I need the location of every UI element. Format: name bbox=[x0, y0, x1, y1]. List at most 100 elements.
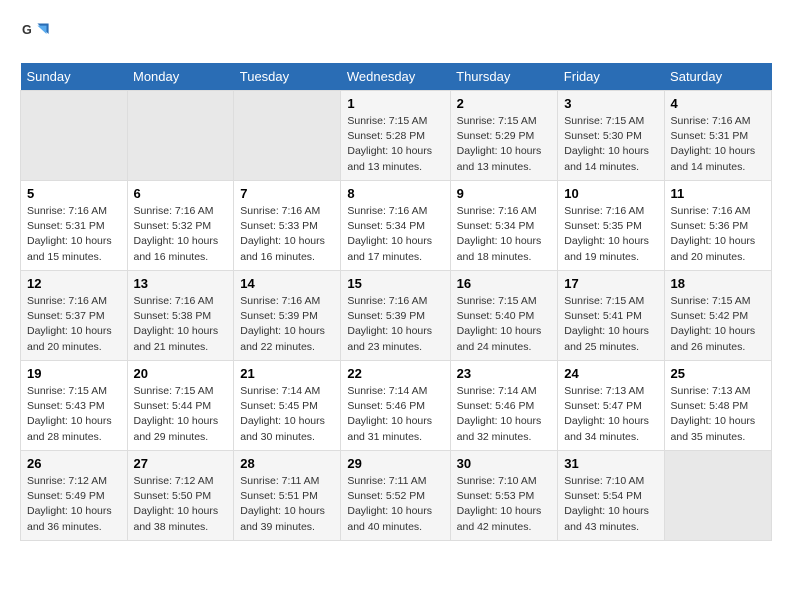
day-info: Sunrise: 7:15 AMSunset: 5:29 PMDaylight:… bbox=[457, 114, 552, 175]
logo-icon: G bbox=[22, 20, 50, 48]
header-monday: Monday bbox=[127, 63, 234, 91]
day-info: Sunrise: 7:15 AMSunset: 5:43 PMDaylight:… bbox=[27, 384, 121, 445]
header-friday: Friday bbox=[558, 63, 664, 91]
header-thursday: Thursday bbox=[450, 63, 558, 91]
day-number: 21 bbox=[240, 366, 334, 381]
day-number: 30 bbox=[457, 456, 552, 471]
header-tuesday: Tuesday bbox=[234, 63, 341, 91]
day-info: Sunrise: 7:16 AMSunset: 5:34 PMDaylight:… bbox=[347, 204, 443, 265]
day-info: Sunrise: 7:16 AMSunset: 5:32 PMDaylight:… bbox=[134, 204, 228, 265]
day-number: 31 bbox=[564, 456, 657, 471]
calendar-cell: 2 Sunrise: 7:15 AMSunset: 5:29 PMDaylight… bbox=[450, 91, 558, 181]
calendar-cell: 27 Sunrise: 7:12 AMSunset: 5:50 PMDayligh… bbox=[127, 451, 234, 541]
day-info: Sunrise: 7:15 AMSunset: 5:44 PMDaylight:… bbox=[134, 384, 228, 445]
calendar-cell: 7 Sunrise: 7:16 AMSunset: 5:33 PMDaylight… bbox=[234, 181, 341, 271]
day-info: Sunrise: 7:12 AMSunset: 5:50 PMDaylight:… bbox=[134, 474, 228, 535]
week-row-5: 26 Sunrise: 7:12 AMSunset: 5:49 PMDayligh… bbox=[21, 451, 772, 541]
week-row-4: 19 Sunrise: 7:15 AMSunset: 5:43 PMDayligh… bbox=[21, 361, 772, 451]
week-row-3: 12 Sunrise: 7:16 AMSunset: 5:37 PMDayligh… bbox=[21, 271, 772, 361]
day-info: Sunrise: 7:16 AMSunset: 5:39 PMDaylight:… bbox=[240, 294, 334, 355]
page-header: G bbox=[20, 20, 772, 53]
calendar-cell: 22 Sunrise: 7:14 AMSunset: 5:46 PMDayligh… bbox=[341, 361, 450, 451]
day-info: Sunrise: 7:16 AMSunset: 5:34 PMDaylight:… bbox=[457, 204, 552, 265]
day-info: Sunrise: 7:15 AMSunset: 5:40 PMDaylight:… bbox=[457, 294, 552, 355]
calendar-cell: 23 Sunrise: 7:14 AMSunset: 5:46 PMDayligh… bbox=[450, 361, 558, 451]
day-info: Sunrise: 7:16 AMSunset: 5:33 PMDaylight:… bbox=[240, 204, 334, 265]
week-row-2: 5 Sunrise: 7:16 AMSunset: 5:31 PMDaylight… bbox=[21, 181, 772, 271]
calendar-cell: 15Sunrise: 7:16 AMSunset: 5:39 PMDayligh… bbox=[341, 271, 450, 361]
calendar-cell: 18 Sunrise: 7:15 AMSunset: 5:42 PMDayligh… bbox=[664, 271, 771, 361]
day-number: 8 bbox=[347, 186, 443, 201]
day-info: Sunrise: 7:10 AMSunset: 5:54 PMDaylight:… bbox=[564, 474, 657, 535]
day-number: 25 bbox=[671, 366, 765, 381]
day-number: 23 bbox=[457, 366, 552, 381]
day-info: Sunrise: 7:11 AMSunset: 5:52 PMDaylight:… bbox=[347, 474, 443, 535]
calendar-cell: 9 Sunrise: 7:16 AMSunset: 5:34 PMDaylight… bbox=[450, 181, 558, 271]
day-number: 13 bbox=[134, 276, 228, 291]
calendar-table: SundayMondayTuesdayWednesdayThursdayFrid… bbox=[20, 63, 772, 541]
day-number: 1 bbox=[347, 96, 443, 111]
day-info: Sunrise: 7:11 AMSunset: 5:51 PMDaylight:… bbox=[240, 474, 334, 535]
day-info: Sunrise: 7:16 AMSunset: 5:31 PMDaylight:… bbox=[671, 114, 765, 175]
day-info: Sunrise: 7:16 AMSunset: 5:36 PMDaylight:… bbox=[671, 204, 765, 265]
day-number: 7 bbox=[240, 186, 334, 201]
calendar-cell: 10 Sunrise: 7:16 AMSunset: 5:35 PMDayligh… bbox=[558, 181, 664, 271]
day-number: 2 bbox=[457, 96, 552, 111]
calendar-cell: 30 Sunrise: 7:10 AMSunset: 5:53 PMDayligh… bbox=[450, 451, 558, 541]
day-number: 29 bbox=[347, 456, 443, 471]
header-sunday: Sunday bbox=[21, 63, 128, 91]
calendar-header-row: SundayMondayTuesdayWednesdayThursdayFrid… bbox=[21, 63, 772, 91]
day-number: 5 bbox=[27, 186, 121, 201]
week-row-1: 1Sunrise: 7:15 AMSunset: 5:28 PMDaylight… bbox=[21, 91, 772, 181]
day-number: 22 bbox=[347, 366, 443, 381]
calendar-cell bbox=[127, 91, 234, 181]
day-info: Sunrise: 7:15 AMSunset: 5:42 PMDaylight:… bbox=[671, 294, 765, 355]
day-number: 3 bbox=[564, 96, 657, 111]
day-info: Sunrise: 7:16 AMSunset: 5:35 PMDaylight:… bbox=[564, 204, 657, 265]
calendar-cell bbox=[664, 451, 771, 541]
day-info: Sunrise: 7:16 AMSunset: 5:37 PMDaylight:… bbox=[27, 294, 121, 355]
day-info: Sunrise: 7:15 AMSunset: 5:30 PMDaylight:… bbox=[564, 114, 657, 175]
day-number: 4 bbox=[671, 96, 765, 111]
day-number: 19 bbox=[27, 366, 121, 381]
header-saturday: Saturday bbox=[664, 63, 771, 91]
calendar-cell: 28 Sunrise: 7:11 AMSunset: 5:51 PMDayligh… bbox=[234, 451, 341, 541]
calendar-cell: 6 Sunrise: 7:16 AMSunset: 5:32 PMDaylight… bbox=[127, 181, 234, 271]
day-info: Sunrise: 7:13 AMSunset: 5:47 PMDaylight:… bbox=[564, 384, 657, 445]
calendar-cell: 19 Sunrise: 7:15 AMSunset: 5:43 PMDayligh… bbox=[21, 361, 128, 451]
day-number: 12 bbox=[27, 276, 121, 291]
day-info: Sunrise: 7:14 AMSunset: 5:46 PMDaylight:… bbox=[347, 384, 443, 445]
day-info: Sunrise: 7:12 AMSunset: 5:49 PMDaylight:… bbox=[27, 474, 121, 535]
day-info: Sunrise: 7:14 AMSunset: 5:45 PMDaylight:… bbox=[240, 384, 334, 445]
day-number: 27 bbox=[134, 456, 228, 471]
calendar-cell: 14 Sunrise: 7:16 AMSunset: 5:39 PMDayligh… bbox=[234, 271, 341, 361]
day-number: 20 bbox=[134, 366, 228, 381]
calendar-cell: 4 Sunrise: 7:16 AMSunset: 5:31 PMDaylight… bbox=[664, 91, 771, 181]
calendar-cell: 24 Sunrise: 7:13 AMSunset: 5:47 PMDayligh… bbox=[558, 361, 664, 451]
day-info: Sunrise: 7:13 AMSunset: 5:48 PMDaylight:… bbox=[671, 384, 765, 445]
day-number: 6 bbox=[134, 186, 228, 201]
day-info: Sunrise: 7:16 AMSunset: 5:31 PMDaylight:… bbox=[27, 204, 121, 265]
day-number: 26 bbox=[27, 456, 121, 471]
calendar-cell: 13Sunrise: 7:16 AMSunset: 5:38 PMDayligh… bbox=[127, 271, 234, 361]
calendar-cell bbox=[234, 91, 341, 181]
calendar-cell bbox=[21, 91, 128, 181]
day-info: Sunrise: 7:16 AMSunset: 5:39 PMDaylight:… bbox=[347, 294, 443, 355]
day-number: 18 bbox=[671, 276, 765, 291]
day-number: 10 bbox=[564, 186, 657, 201]
calendar-cell: 29 Sunrise: 7:11 AMSunset: 5:52 PMDayligh… bbox=[341, 451, 450, 541]
calendar-cell: 5 Sunrise: 7:16 AMSunset: 5:31 PMDaylight… bbox=[21, 181, 128, 271]
day-info: Sunrise: 7:14 AMSunset: 5:46 PMDaylight:… bbox=[457, 384, 552, 445]
day-number: 9 bbox=[457, 186, 552, 201]
calendar-cell: 26 Sunrise: 7:12 AMSunset: 5:49 PMDayligh… bbox=[21, 451, 128, 541]
day-number: 28 bbox=[240, 456, 334, 471]
day-number: 16 bbox=[457, 276, 552, 291]
calendar-cell: 20 Sunrise: 7:15 AMSunset: 5:44 PMDayligh… bbox=[127, 361, 234, 451]
calendar-cell: 8 Sunrise: 7:16 AMSunset: 5:34 PMDaylight… bbox=[341, 181, 450, 271]
calendar-cell: 3 Sunrise: 7:15 AMSunset: 5:30 PMDaylight… bbox=[558, 91, 664, 181]
calendar-cell: 17Sunrise: 7:15 AMSunset: 5:41 PMDayligh… bbox=[558, 271, 664, 361]
calendar-cell: 1Sunrise: 7:15 AMSunset: 5:28 PMDaylight… bbox=[341, 91, 450, 181]
day-number: 14 bbox=[240, 276, 334, 291]
day-number: 24 bbox=[564, 366, 657, 381]
day-info: Sunrise: 7:10 AMSunset: 5:53 PMDaylight:… bbox=[457, 474, 552, 535]
